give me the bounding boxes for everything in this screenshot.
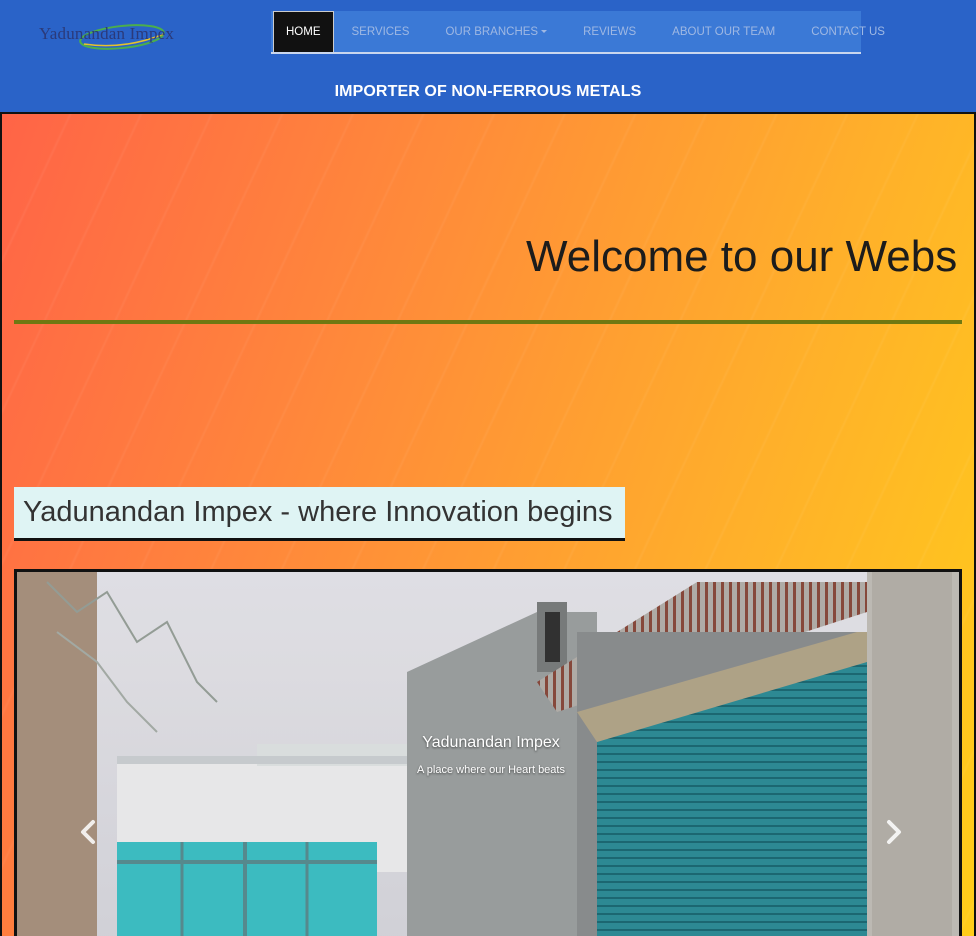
nav-home[interactable]: HOME [273,11,334,52]
nav-contact-us[interactable]: CONTACT US [793,11,903,52]
section-divider [14,320,962,324]
carousel-caption-title: Yadunandan Impex [422,734,560,751]
warehouse-photo [17,572,959,936]
nav-services[interactable]: SERVICES [334,11,428,52]
main-nav: HOME SERVICES OUR BRANCHES REVIEWS ABOUT… [271,11,885,54]
nav-our-branches[interactable]: OUR BRANCHES [427,11,565,52]
chevron-right-icon [887,820,901,844]
top-header: Yadunandan Impex HOME SERVICES OUR BRANC… [0,0,976,112]
logo-text: Yadunandan Impex [39,24,175,43]
caret-down-icon [541,30,548,33]
nav-reviews[interactable]: REVIEWS [565,11,654,52]
site-logo[interactable]: Yadunandan Impex [34,20,188,54]
slogan-banner: Yadunandan Impex - where Innovation begi… [14,487,625,541]
carousel-prev-button[interactable] [73,812,103,852]
welcome-marquee-text: Welcome to our Webs [526,232,958,281]
nav-our-branches-label: OUR BRANCHES [445,25,539,38]
hero-section: Welcome to our Webs Yadunandan Impex - w… [0,112,976,936]
image-carousel[interactable]: Yadunandan Impex A place where our Heart… [14,569,962,936]
carousel-caption-subtitle: A place where our Heart beats [417,764,565,776]
chevron-left-icon [81,820,95,844]
nav-about-our-team[interactable]: ABOUT OUR TEAM [654,11,793,52]
tagline: IMPORTER OF NON-FERROUS METALS [334,83,642,100]
carousel-next-button[interactable] [879,812,909,852]
